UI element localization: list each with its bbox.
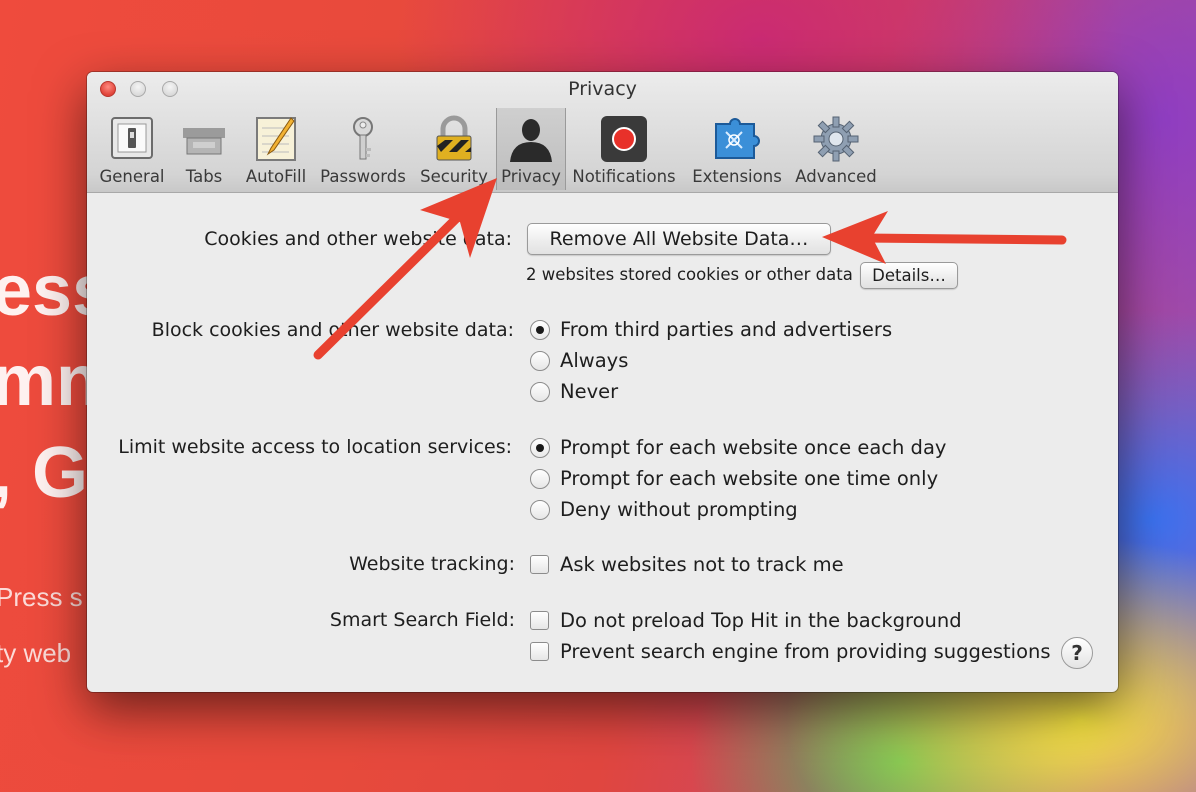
prevent-search-suggestions-label: Prevent search engine from providing sug…	[560, 640, 1051, 663]
tab-autofill-label: AutoFill	[245, 167, 307, 186]
help-button[interactable]: ?	[1061, 637, 1093, 669]
general-switch-icon	[111, 117, 153, 159]
toolbar: Privacy General Tabs AutoFill Passwords …	[87, 72, 1118, 193]
tab-security[interactable]: Security	[414, 108, 494, 190]
tab-extensions-label: Extensions	[692, 167, 782, 186]
tab-notifications[interactable]: Notifications	[571, 108, 677, 190]
background-text-line-5: ty web	[0, 638, 72, 668]
checkbox[interactable]	[530, 611, 549, 630]
smart-search-field-label: Smart Search Field:	[329, 609, 515, 631]
no-preload-top-hit-checkbox[interactable]: Do not preload Top Hit in the background	[530, 609, 962, 632]
puzzle-piece-icon	[715, 118, 760, 159]
checkbox[interactable]	[530, 642, 549, 661]
tab-general[interactable]: General	[95, 108, 169, 190]
key-icon	[353, 117, 373, 160]
do-not-track-label: Ask websites not to track me	[560, 553, 844, 576]
tabs-icon	[183, 128, 225, 155]
tab-privacy[interactable]: Privacy	[496, 108, 566, 190]
gear-icon	[813, 116, 859, 162]
radio-button[interactable]	[530, 350, 550, 371]
block-always-radio[interactable]: Always	[530, 349, 628, 372]
remove-all-website-data-button[interactable]: Remove All Website Data…	[527, 223, 831, 255]
tab-tabs[interactable]: Tabs	[173, 108, 235, 190]
checkbox[interactable]	[530, 555, 549, 574]
privacy-preferences-window: Privacy General Tabs AutoFill Passwords …	[87, 72, 1118, 692]
padlock-icon	[436, 115, 472, 161]
prevent-search-suggestions-checkbox[interactable]: Prevent search engine from providing sug…	[530, 640, 1051, 663]
location-deny-radio[interactable]: Deny without prompting	[530, 498, 798, 521]
tab-advanced-label: Advanced	[795, 167, 877, 186]
radio-button[interactable]	[530, 381, 550, 402]
radio-button[interactable]	[530, 468, 550, 489]
cookies-label: Cookies and other website data:	[204, 228, 512, 250]
website-tracking-label: Website tracking:	[349, 553, 515, 575]
tab-tabs-label: Tabs	[185, 167, 223, 186]
notifications-red-dot-icon	[601, 116, 647, 162]
radio-button-selected[interactable]	[530, 319, 550, 340]
block-always-label: Always	[560, 349, 629, 372]
cookies-status-text: 2 websites stored cookies or other data	[526, 265, 853, 284]
tab-autofill[interactable]: AutoFill	[240, 108, 312, 190]
tab-security-label: Security	[420, 167, 488, 186]
background-text-line-2: mn	[0, 341, 100, 421]
location-one-time-only-label: Prompt for each website one time only	[560, 467, 939, 490]
tab-privacy-label: Privacy	[501, 167, 561, 186]
block-never-radio[interactable]: Never	[530, 380, 618, 403]
location-once-each-day-radio[interactable]: Prompt for each website once each day	[530, 436, 946, 459]
location-once-each-day-label: Prompt for each website once each day	[560, 436, 947, 459]
tab-notifications-label: Notifications	[572, 167, 676, 186]
person-silhouette-icon	[510, 119, 552, 162]
block-never-label: Never	[560, 380, 619, 403]
location-deny-label: Deny without prompting	[560, 498, 798, 521]
do-not-track-checkbox[interactable]: Ask websites not to track me	[530, 553, 844, 576]
details-button[interactable]: Details…	[860, 262, 958, 289]
location-services-label: Limit website access to location service…	[118, 436, 512, 458]
no-preload-top-hit-label: Do not preload Top Hit in the background	[560, 609, 962, 632]
tab-advanced[interactable]: Advanced	[791, 108, 881, 190]
tab-extensions[interactable]: Extensions	[689, 108, 785, 190]
tab-passwords[interactable]: Passwords	[318, 108, 408, 190]
block-cookies-label: Block cookies and other website data:	[151, 319, 514, 341]
background-text-line-3: , G	[0, 433, 89, 513]
tab-general-label: General	[99, 167, 165, 186]
autofill-pencil-icon	[256, 117, 296, 161]
background-text-line-4: Press s	[0, 582, 83, 612]
radio-button[interactable]	[530, 499, 550, 520]
location-one-time-only-radio[interactable]: Prompt for each website one time only	[530, 467, 938, 490]
window-title: Privacy	[568, 78, 637, 100]
radio-button-selected[interactable]	[530, 437, 550, 458]
block-third-parties-label: From third parties and advertisers	[560, 318, 893, 341]
block-third-parties-radio[interactable]: From third parties and advertisers	[530, 318, 892, 341]
tab-passwords-label: Passwords	[320, 167, 406, 186]
